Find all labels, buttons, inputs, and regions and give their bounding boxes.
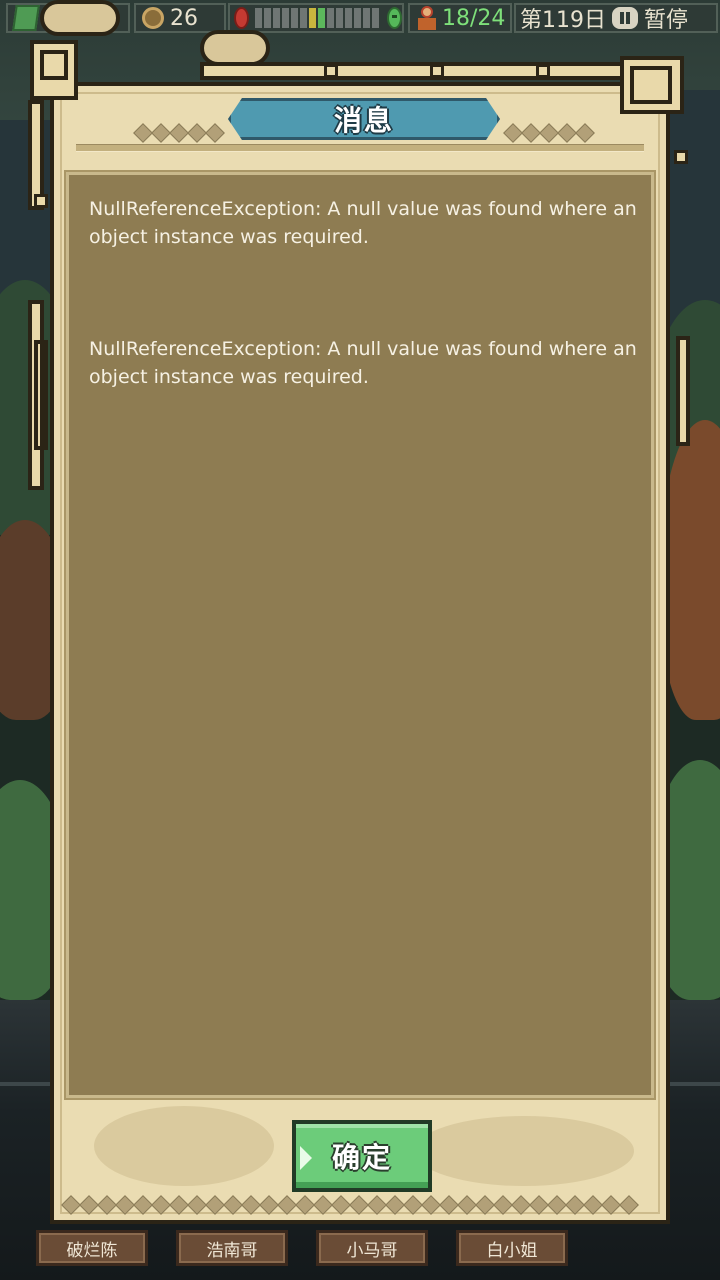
day-pause-box: 第119日 暂停 bbox=[514, 3, 718, 33]
message-dialog: 消息 NullReferenceException: A null value … bbox=[50, 82, 670, 1224]
paper-stain bbox=[94, 1106, 274, 1186]
population-value: 18/24 bbox=[442, 5, 506, 31]
tab-character-3[interactable]: 小马哥 bbox=[316, 1230, 428, 1266]
tab-character-1[interactable]: 破烂陈 bbox=[36, 1230, 148, 1266]
mood-meter bbox=[228, 3, 404, 33]
coin-icon bbox=[142, 7, 164, 29]
mood-bar-segment bbox=[327, 8, 334, 28]
mood-bar bbox=[255, 8, 381, 28]
mood-bar-segment bbox=[264, 8, 271, 28]
dialog-title-plate: 消息 bbox=[228, 98, 500, 140]
tab-character-4[interactable]: 白小姐 bbox=[456, 1230, 568, 1266]
day-label: 第119日 bbox=[520, 8, 606, 33]
confirm-button[interactable]: 确定 bbox=[292, 1120, 432, 1192]
mood-bar-segment bbox=[363, 8, 370, 28]
population-counter: 18/24 bbox=[408, 3, 512, 33]
title-divider bbox=[76, 144, 644, 152]
paper-stain bbox=[414, 1116, 634, 1186]
mood-bar-segment bbox=[282, 8, 289, 28]
message-text: NullReferenceException: A null value was… bbox=[89, 338, 637, 388]
confirm-label: 确定 bbox=[331, 1141, 392, 1174]
mood-bar-segment bbox=[273, 8, 280, 28]
mood-bar-segment bbox=[372, 8, 379, 28]
mood-bar-segment bbox=[291, 8, 298, 28]
mood-bar-segment bbox=[336, 8, 343, 28]
resident-icon bbox=[416, 6, 438, 30]
mood-bar-segment bbox=[318, 8, 325, 28]
mood-bar-segment bbox=[300, 8, 307, 28]
mood-bar-segment bbox=[354, 8, 361, 28]
angry-face-icon bbox=[234, 7, 249, 29]
dialog-title: 消息 bbox=[333, 104, 394, 137]
coin-value: 26 bbox=[170, 5, 198, 31]
title-decoration-right bbox=[503, 123, 596, 143]
tab-character-2[interactable]: 浩南哥 bbox=[176, 1230, 288, 1266]
cash-icon bbox=[12, 5, 40, 31]
title-decoration-left bbox=[133, 123, 226, 143]
mood-bar-segment bbox=[309, 8, 316, 28]
coin-counter: 26 bbox=[134, 3, 226, 33]
happy-face-icon bbox=[387, 7, 402, 29]
pause-icon[interactable] bbox=[612, 7, 638, 29]
message-text: NullReferenceException: A null value was… bbox=[89, 198, 637, 248]
message-panel: NullReferenceException: A null value was… bbox=[64, 170, 656, 1100]
mood-bar-segment bbox=[345, 8, 352, 28]
arrow-right-icon bbox=[300, 1146, 312, 1170]
bottom-decoration bbox=[61, 1195, 640, 1215]
mood-bar-segment bbox=[255, 8, 262, 28]
pause-button[interactable]: 暂停 bbox=[644, 2, 688, 34]
